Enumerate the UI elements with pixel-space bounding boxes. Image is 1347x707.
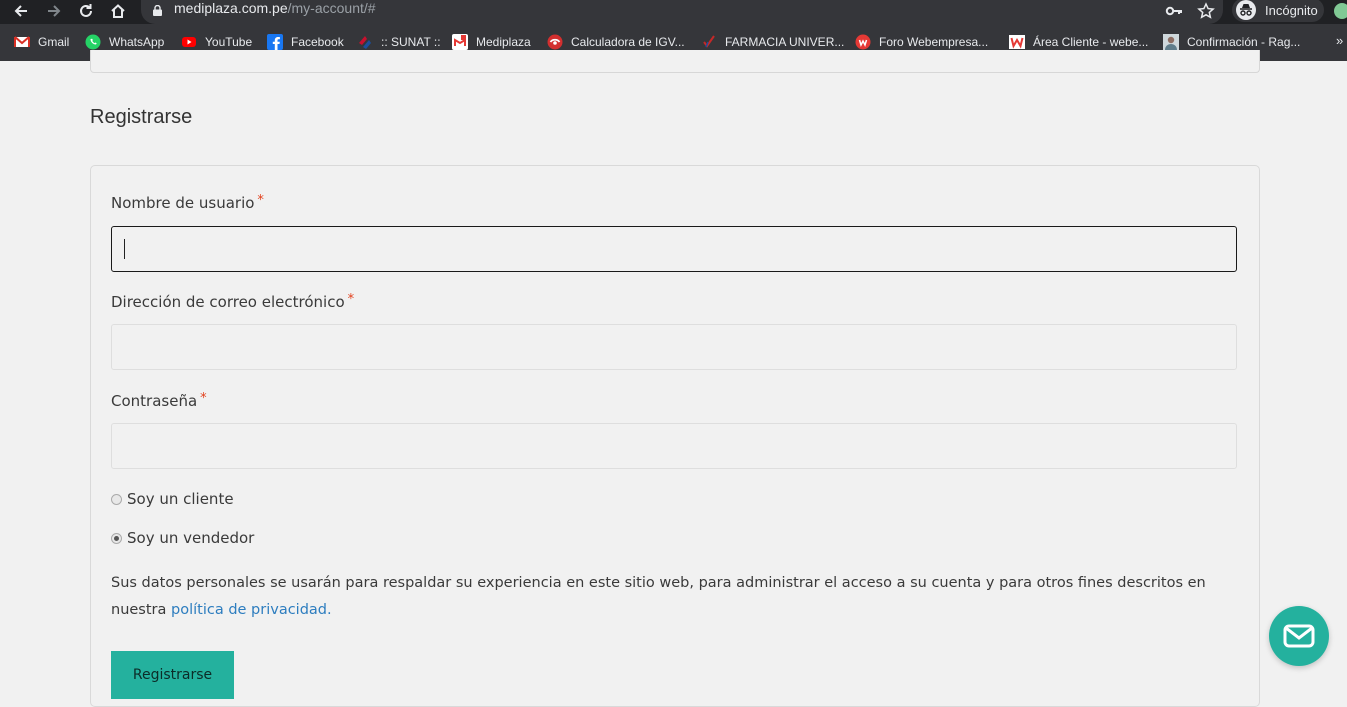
profile-label: Incógnito xyxy=(1265,2,1318,18)
bookmark-sunat[interactable]: :: SUNAT :: xyxy=(357,33,441,51)
password-label-text: Contraseña xyxy=(111,392,198,410)
password-label: Contraseña * xyxy=(111,391,207,410)
url-domain: mediplaza.com.pe xyxy=(174,0,288,16)
webempresa-icon xyxy=(855,34,871,50)
required-mark: * xyxy=(200,391,207,406)
bookmark-whatsapp[interactable]: WhatsApp xyxy=(85,33,164,51)
privacy-policy-link[interactable]: política de privacidad xyxy=(171,602,327,618)
chat-button[interactable] xyxy=(1269,606,1329,666)
incognito-icon xyxy=(1236,0,1256,20)
bookmark-label: Facebook xyxy=(291,35,344,49)
bookmark-facebook[interactable]: Facebook xyxy=(267,33,344,51)
mail-icon xyxy=(1283,624,1315,648)
browser-toolbar: mediplaza.com.pe/my-account/# Incógnito xyxy=(0,0,1347,24)
bookmark-label: Confirmación - Rag... xyxy=(1187,35,1301,49)
bookmark-confirmacion[interactable]: Confirmación - Rag... xyxy=(1163,33,1300,51)
bookmark-label: :: SUNAT :: xyxy=(381,35,441,49)
calculator-icon xyxy=(547,34,563,50)
bookmark-star-icon[interactable] xyxy=(1197,2,1215,20)
url-path: /my-account/# xyxy=(287,0,376,16)
register-button[interactable]: Registrarse xyxy=(111,651,234,699)
bookmark-label: Foro Webempresa... xyxy=(879,35,989,49)
bookmark-foro-webempresa[interactable]: Foro Webempresa... xyxy=(855,33,988,51)
register-button-label: Registrarse xyxy=(132,667,213,683)
bookmark-label: Calculadora de IGV... xyxy=(571,35,685,49)
text-caret xyxy=(124,239,125,259)
forward-icon[interactable] xyxy=(42,0,66,22)
bookmark-label: FARMACIA UNIVER... xyxy=(725,35,845,49)
bookmark-gmail[interactable]: Gmail xyxy=(14,33,69,51)
lock-icon[interactable] xyxy=(153,5,162,16)
bookmark-label: Área Cliente - webe... xyxy=(1033,35,1149,49)
address-bar[interactable]: mediplaza.com.pe/my-account/# xyxy=(141,0,1223,24)
radio-vendor[interactable] xyxy=(111,532,122,544)
youtube-icon xyxy=(182,37,196,47)
reload-icon[interactable] xyxy=(74,0,98,22)
radio-client-option[interactable]: Soy un cliente xyxy=(111,490,234,508)
radio-vendor-option[interactable]: Soy un vendedor xyxy=(111,529,254,547)
back-icon[interactable] xyxy=(9,0,33,22)
radio-client-label[interactable]: Soy un cliente xyxy=(127,490,234,508)
bookmark-label: YouTube xyxy=(205,35,253,49)
gmail-icon xyxy=(14,36,30,47)
bookmark-label: Mediplaza xyxy=(476,35,531,49)
home-icon[interactable] xyxy=(106,0,130,22)
webempresa-client-icon xyxy=(1009,35,1025,49)
email-label: Dirección de correo electrónico * xyxy=(111,292,354,311)
pharmacy-icon xyxy=(703,35,715,48)
whatsapp-icon xyxy=(85,34,101,50)
more-bookmarks-button[interactable]: » xyxy=(1336,33,1343,48)
key-icon[interactable] xyxy=(1165,3,1183,19)
sunat-icon xyxy=(359,36,371,49)
extension-icon[interactable] xyxy=(1334,3,1347,19)
bookmark-calculadora-igv[interactable]: Calculadora de IGV... xyxy=(547,33,685,51)
url-text[interactable]: mediplaza.com.pe/my-account/# xyxy=(174,0,376,16)
bookmark-label: WhatsApp xyxy=(109,35,165,49)
email-label-text: Dirección de correo electrónico xyxy=(111,293,345,311)
username-label-text: Nombre de usuario xyxy=(111,194,255,212)
facebook-icon xyxy=(267,34,283,50)
user-photo-icon xyxy=(1163,34,1179,50)
register-heading: Registrarse xyxy=(90,106,193,128)
bookmark-area-cliente[interactable]: Área Cliente - webe... xyxy=(1009,33,1148,51)
username-label: Nombre de usuario * xyxy=(111,193,264,212)
password-input[interactable] xyxy=(111,423,1237,469)
privacy-text-end: . xyxy=(327,602,332,618)
mediplaza-icon xyxy=(452,34,468,50)
bookmark-farmacia[interactable]: FARMACIA UNIVER... xyxy=(701,33,844,51)
bookmark-label: Gmail xyxy=(38,35,70,49)
required-mark: * xyxy=(347,292,355,307)
privacy-notice: Sus datos personales se usarán para resp… xyxy=(111,570,1221,624)
incognito-profile-button[interactable]: Incógnito xyxy=(1232,0,1324,22)
radio-client[interactable] xyxy=(111,493,122,505)
bookmark-youtube[interactable]: YouTube xyxy=(181,33,252,51)
bookmark-mediplaza[interactable]: Mediplaza xyxy=(452,33,531,51)
required-mark: * xyxy=(257,193,264,208)
email-input[interactable] xyxy=(111,324,1237,370)
login-form-box-bottom xyxy=(90,50,1260,73)
username-input[interactable] xyxy=(111,226,1237,272)
radio-vendor-label[interactable]: Soy un vendedor xyxy=(127,529,254,547)
